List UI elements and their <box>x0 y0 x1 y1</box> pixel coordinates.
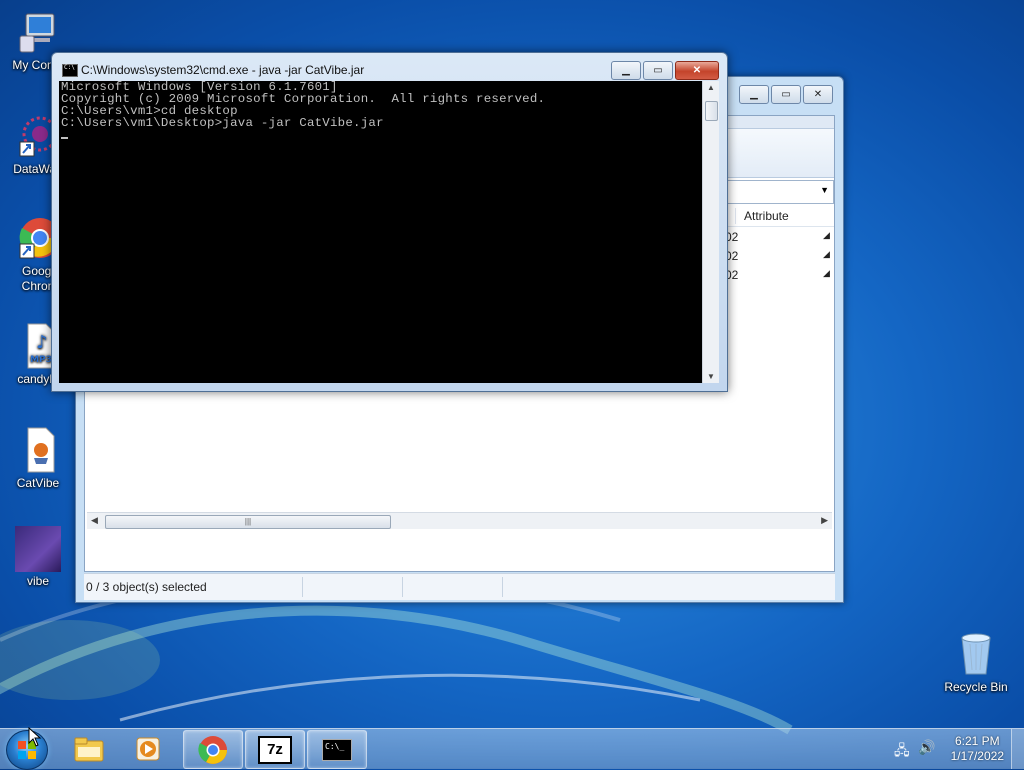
scroll-up-icon[interactable]: ▲ <box>707 83 715 92</box>
path-dropdown[interactable]: ▼ <box>722 180 834 204</box>
computer-icon <box>14 8 62 56</box>
taskbar: 7z C:\_ 🖧 🔊 6:21 PM 1/17/2022 <box>0 728 1024 770</box>
clock-time: 6:21 PM <box>954 734 1000 748</box>
list-item[interactable]: 02 ◢ <box>725 268 830 282</box>
scroll-right-icon[interactable]: ▶ <box>821 515 828 526</box>
chrome-icon <box>198 735 227 764</box>
scroll-down-icon[interactable]: ▼ <box>707 372 715 381</box>
desktop-icon-recycle-bin[interactable]: Recycle Bin <box>938 630 1014 695</box>
status-text: 0 / 3 object(s) selected <box>86 580 207 594</box>
list-item-attr: ◢ <box>823 230 830 240</box>
list-item[interactable]: 02 ◢ <box>725 230 830 244</box>
video-thumbnail-icon <box>15 526 61 572</box>
list-item-attr: ◢ <box>823 268 830 278</box>
jar-file-icon <box>14 426 62 474</box>
mouse-cursor-icon <box>28 727 42 747</box>
desktop-icon-vibe[interactable]: vibe <box>0 526 76 589</box>
chevron-down-icon: ▼ <box>820 185 829 195</box>
close-button[interactable]: ✕ <box>803 85 833 104</box>
console-output[interactable]: Microsoft Windows [Version 6.1.7601] Cop… <box>59 81 702 383</box>
recycle-bin-icon <box>952 630 1000 678</box>
maximize-button[interactable]: ▭ <box>643 61 673 80</box>
desktop-icon-catvibe[interactable]: CatVibe <box>0 426 76 491</box>
network-icon[interactable]: 🖧 <box>894 740 910 764</box>
taskbar-explorer[interactable] <box>60 730 118 767</box>
status-bar: 0 / 3 object(s) selected <box>84 573 835 600</box>
maximize-button[interactable]: ▭ <box>771 85 801 104</box>
cmd-window[interactable]: C:\Windows\system32\cmd.exe - java -jar … <box>51 52 728 392</box>
console-line: C:\Users\vm1\Desktop>java -jar CatVibe.j… <box>61 116 384 130</box>
show-desktop-button[interactable] <box>1011 729 1024 769</box>
status-divider <box>502 577 503 597</box>
scrollbar-thumb[interactable] <box>705 101 718 121</box>
clock[interactable]: 6:21 PM 1/17/2022 <box>951 734 1004 764</box>
status-divider <box>302 577 303 597</box>
close-icon: ✕ <box>692 65 702 76</box>
window-title: C:\Windows\system32\cmd.exe - java -jar … <box>81 63 365 77</box>
cmd-icon <box>62 64 78 77</box>
desktop-icon-label: Recycle Bin <box>944 680 1008 694</box>
clock-date: 1/17/2022 <box>950 749 1004 763</box>
desktop-icon-label: vibe <box>26 574 49 588</box>
scroll-left-icon[interactable]: ◀ <box>91 515 98 526</box>
desktop-icon-label: CatVibe <box>16 476 60 490</box>
taskbar-cmd[interactable]: C:\_ <box>307 730 367 769</box>
7zip-icon: 7z <box>258 735 292 764</box>
horizontal-scrollbar[interactable]: ◀ ||| ▶ <box>87 512 832 529</box>
close-button[interactable]: ✕ <box>675 61 719 80</box>
minimize-icon: ▁ <box>622 65 630 76</box>
vertical-scrollbar[interactable]: ▲ ▼ <box>702 81 719 383</box>
list-item[interactable]: 02 ◢ <box>725 249 830 263</box>
taskbar-7zip[interactable]: 7z <box>245 730 305 769</box>
volume-icon[interactable]: 🔊 <box>918 739 935 756</box>
minimize-button[interactable]: ▁ <box>739 85 769 104</box>
svg-text:♪: ♪ <box>36 332 48 353</box>
folder-icon <box>74 737 104 761</box>
cmd-icon: C:\_ <box>322 738 352 761</box>
maximize-icon: ▭ <box>653 65 663 76</box>
minimize-button[interactable]: ▁ <box>611 61 641 80</box>
status-divider <box>402 577 403 597</box>
media-player-icon <box>136 737 160 760</box>
maximize-icon: ▭ <box>781 89 791 100</box>
mp3-badge: MP3 <box>30 355 52 365</box>
system-tray: 🖧 🔊 6:21 PM 1/17/2022 <box>884 729 1024 769</box>
minimize-icon: ▁ <box>750 89 758 100</box>
text-cursor <box>61 137 68 139</box>
close-icon: ✕ <box>813 89 823 100</box>
column-header-attribute[interactable]: Attribute <box>735 208 834 224</box>
console-cursor-line <box>59 129 702 141</box>
scrollbar-thumb[interactable]: ||| <box>105 515 391 529</box>
taskbar-chrome[interactable] <box>183 730 243 769</box>
taskbar-media-player[interactable] <box>120 730 178 767</box>
list-item-attr: ◢ <box>823 249 830 259</box>
